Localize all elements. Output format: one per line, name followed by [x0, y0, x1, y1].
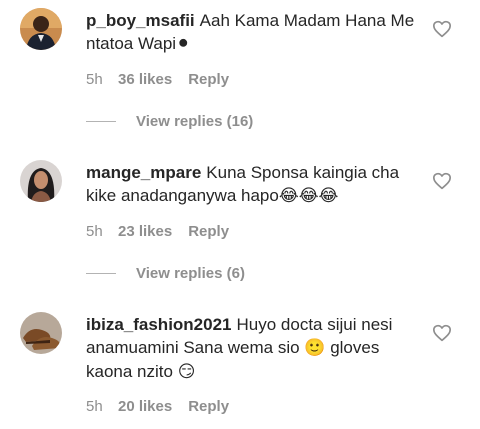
comment-time: 5h [86, 71, 103, 88]
comment-likes[interactable]: 23 likes [118, 223, 172, 240]
comment-meta: 5h 23 likes Reply [86, 223, 229, 240]
avatar[interactable] [20, 160, 62, 202]
comment-emoji: 😏 [177, 362, 196, 382]
view-replies-label: View replies (16) [136, 113, 254, 130]
comment-meta: 5h 20 likes Reply [86, 398, 229, 415]
avatar[interactable] [20, 312, 62, 354]
comment-text: p_boy_msafii Aah Kama Madam Hana Me ntato… [86, 9, 416, 56]
comment-text: mange_mpare Kuna Sponsa kaingia cha kike … [86, 161, 416, 208]
view-replies-label: View replies (6) [136, 265, 245, 282]
comment-emoji: ⚫ [176, 34, 191, 54]
heart-outline-icon[interactable] [432, 324, 452, 342]
avatar[interactable] [20, 8, 62, 50]
comment-time: 5h [86, 223, 103, 240]
comment-emoji: 🙂 [304, 338, 326, 358]
view-replies-button[interactable]: View replies (6) [86, 265, 245, 282]
reply-button[interactable]: Reply [188, 223, 229, 240]
replies-divider [86, 121, 116, 122]
replies-divider [86, 273, 116, 274]
heart-outline-icon[interactable] [432, 20, 452, 38]
comment-username[interactable]: ibiza_fashion2021 [86, 315, 232, 334]
reply-button[interactable]: Reply [188, 71, 229, 88]
reply-button[interactable]: Reply [188, 398, 229, 415]
heart-outline-icon[interactable] [432, 172, 452, 190]
comment-username[interactable]: p_boy_msafii [86, 11, 195, 30]
comment-meta: 5h 36 likes Reply [86, 71, 229, 88]
comment-emoji: 😂😂😂 [278, 186, 339, 206]
comment-likes[interactable]: 36 likes [118, 71, 172, 88]
comment-likes[interactable]: 20 likes [118, 398, 172, 415]
comment-text: ibiza_fashion2021 Huyo docta sijui nesi a… [86, 313, 416, 384]
comment-time: 5h [86, 398, 103, 415]
comment-username[interactable]: mange_mpare [86, 163, 201, 182]
view-replies-button[interactable]: View replies (16) [86, 113, 253, 130]
